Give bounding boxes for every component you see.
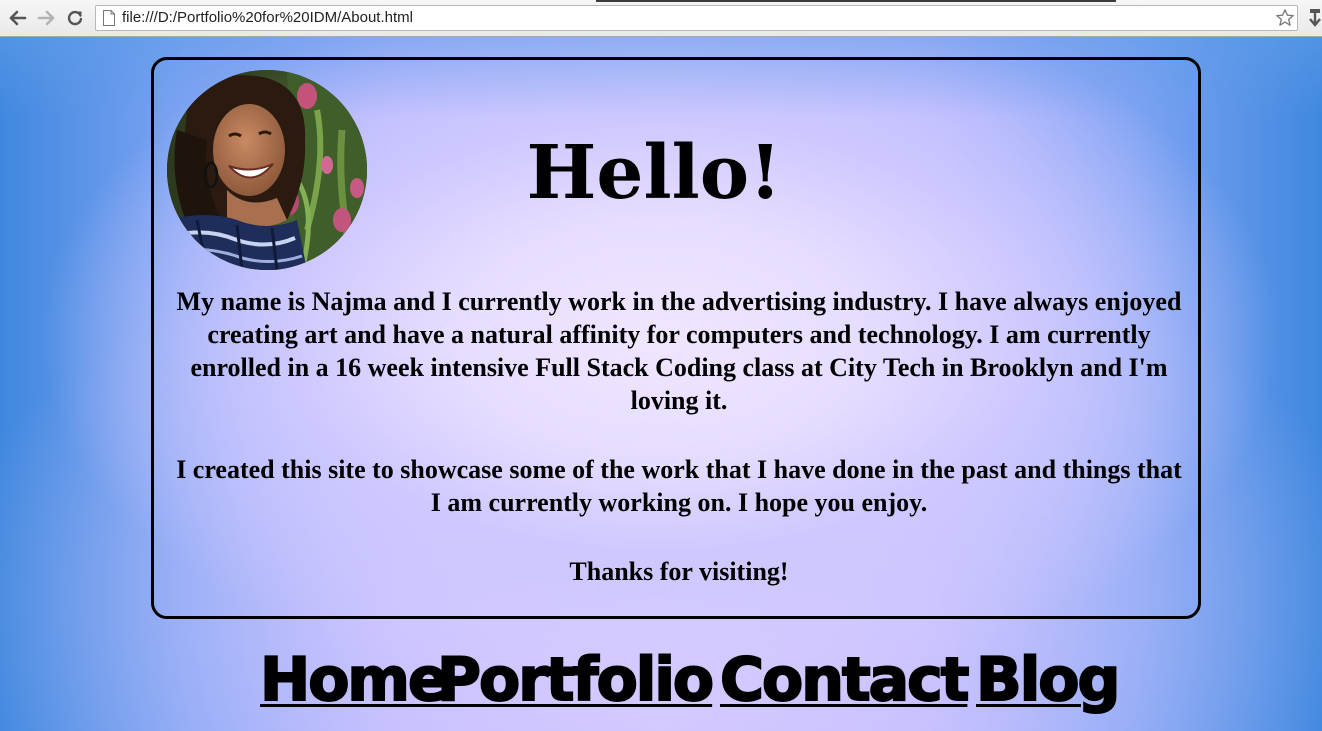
url-text: file:///D:/Portfolio%20for%20IDM/About.h…: [122, 9, 413, 26]
purpose-paragraph: I created this site to showcase some of …: [176, 455, 1182, 517]
nav-link-contact[interactable]: Contact: [719, 642, 970, 718]
profile-photo-illustration: [167, 70, 367, 270]
bottom-nav: Home Portfolio Contact Blog: [0, 642, 1322, 722]
thanks-text: Thanks for visiting!: [569, 557, 789, 586]
forward-arrow-icon: [37, 10, 55, 26]
page-heading: Hello!: [526, 130, 782, 216]
address-bar[interactable]: file:///D:/Portfolio%20for%20IDM/About.h…: [95, 5, 1298, 31]
reload-button[interactable]: [64, 7, 86, 29]
download-icon[interactable]: [1308, 8, 1322, 30]
star-icon[interactable]: [1275, 8, 1295, 28]
window-edge: [596, 0, 1116, 2]
reload-icon: [67, 10, 83, 26]
back-arrow-icon: [9, 10, 27, 26]
page-viewport: Hello! My name is Najma and I currently …: [0, 37, 1322, 731]
profile-photo: [167, 70, 367, 270]
nav-link-portfolio[interactable]: Portfolio: [436, 642, 715, 718]
nav-link-home[interactable]: Home: [259, 642, 450, 718]
about-card: Hello! My name is Najma and I currently …: [151, 57, 1201, 619]
back-button[interactable]: [7, 7, 29, 29]
intro-paragraph: My name is Najma and I currently work in…: [176, 287, 1182, 415]
forward-button[interactable]: [35, 7, 57, 29]
nav-link-blog[interactable]: Blog: [975, 642, 1121, 718]
browser-toolbar: file:///D:/Portfolio%20for%20IDM/About.h…: [0, 0, 1322, 37]
page-icon: [103, 10, 115, 26]
